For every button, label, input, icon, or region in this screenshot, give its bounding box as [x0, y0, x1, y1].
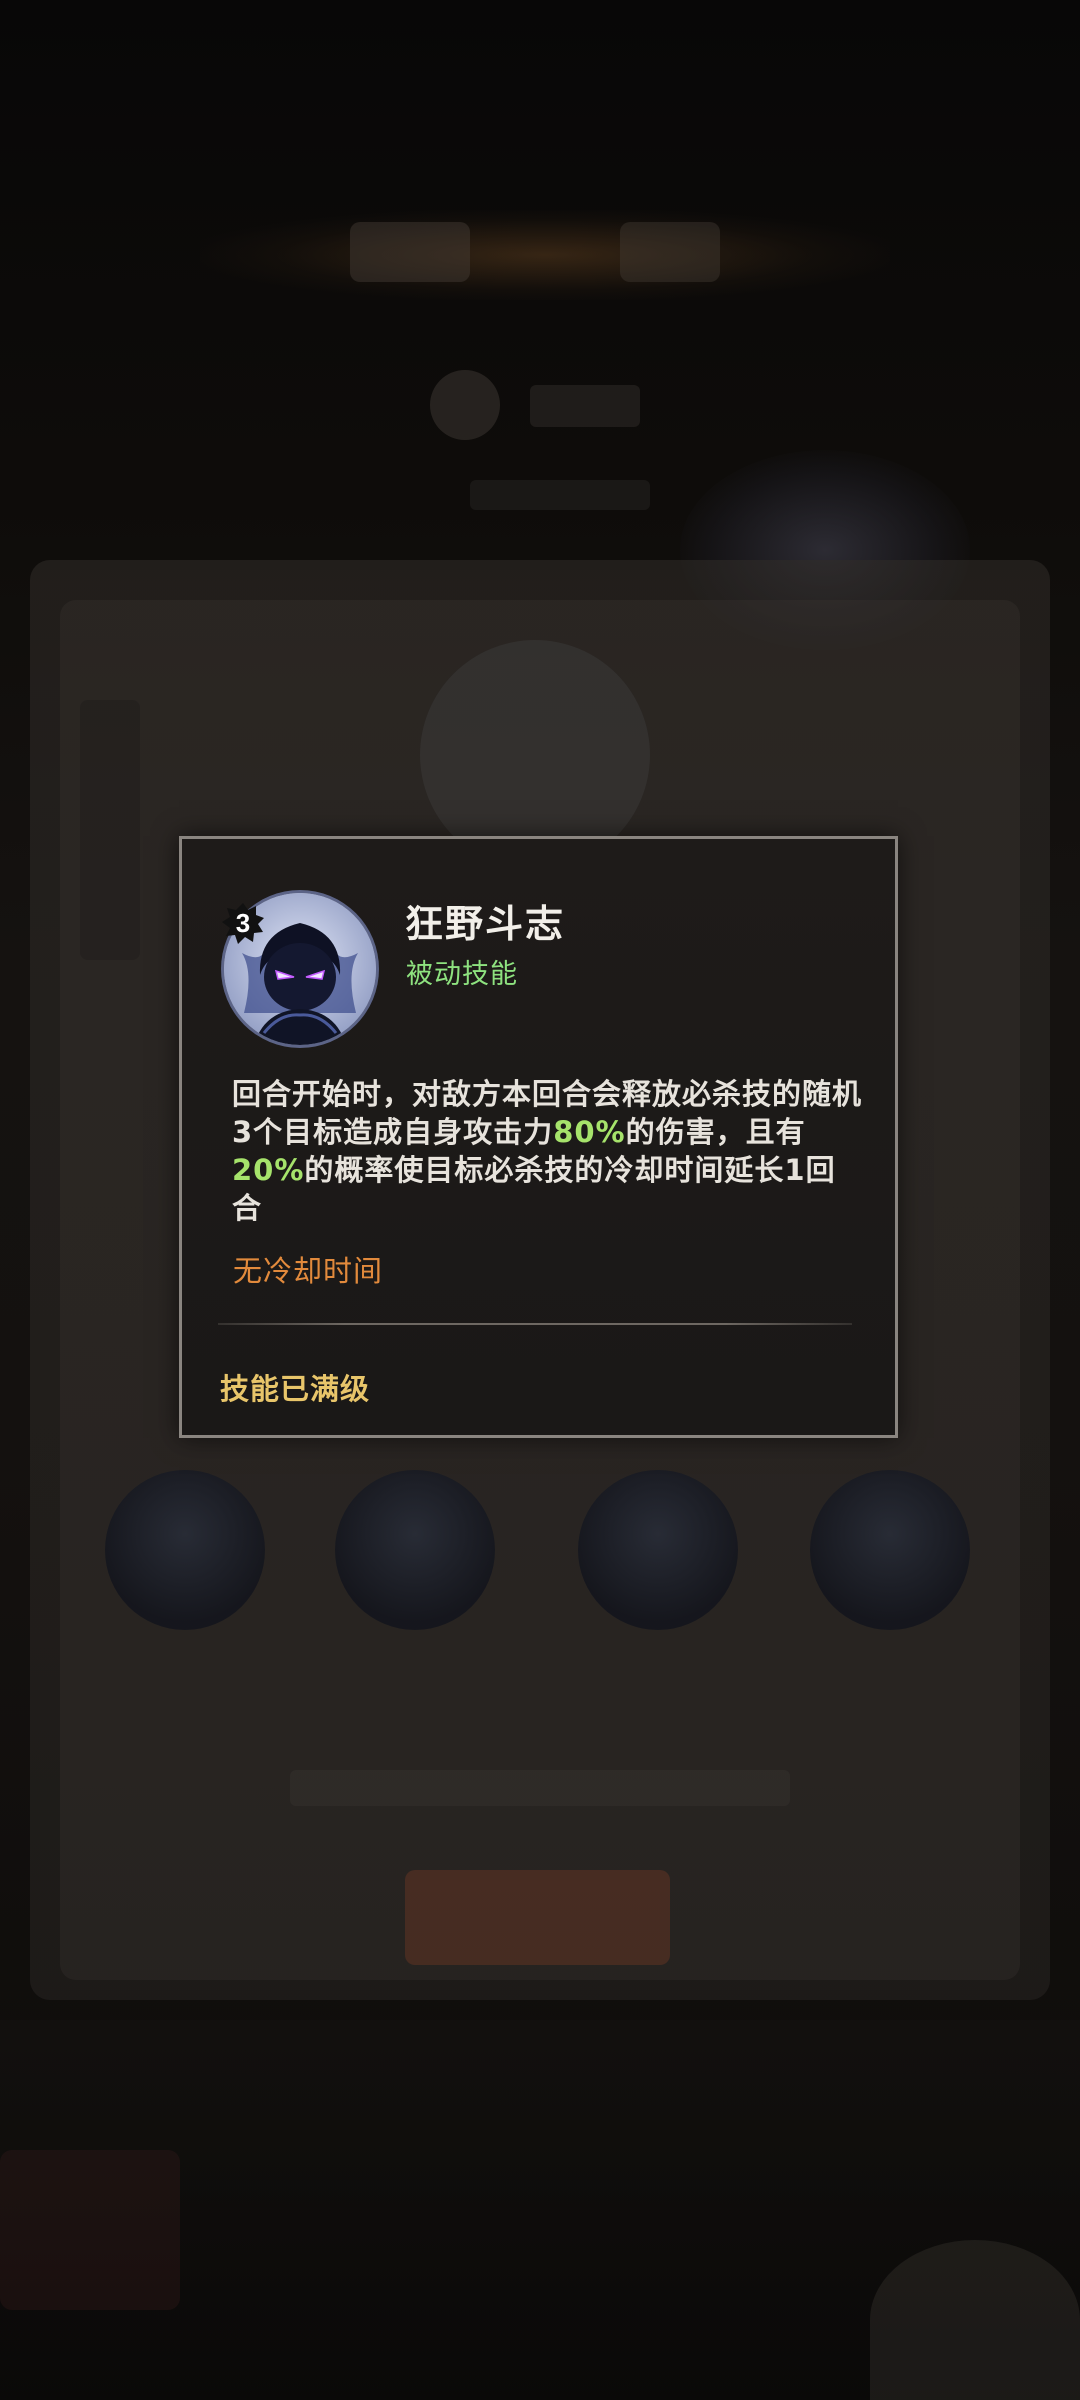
background-title-icon — [430, 370, 500, 440]
background-banner — [200, 210, 890, 300]
chance-percent-highlight: 20% — [232, 1153, 305, 1187]
skill-level: 3 — [235, 908, 251, 938]
background-banner-tab — [350, 222, 470, 282]
background-banner-tab — [620, 222, 720, 282]
skill-description-text: 的概率使目标必杀技的冷却时间延长1回合 — [232, 1153, 836, 1225]
background-bottom-left-decoration — [0, 2150, 180, 2310]
background-subtitle — [470, 480, 650, 510]
damage-percent-highlight: 80% — [553, 1115, 626, 1149]
background-skill-slot — [578, 1470, 738, 1630]
skill-description-text: 的伤害，且有 — [625, 1115, 806, 1149]
background-skill-slot — [335, 1470, 495, 1630]
divider — [218, 1323, 852, 1325]
max-level-status: 技能已满级 — [220, 1372, 371, 1406]
background-title — [530, 385, 640, 427]
background-skill-slot — [105, 1470, 265, 1630]
screen: 3 狂野斗志 被动技能 回合开始时，对敌方本回合会释放必杀技的随机3个目标造成自… — [0, 0, 1080, 2400]
background-info-line — [290, 1770, 790, 1806]
cooldown-text: 无冷却时间 — [233, 1254, 384, 1288]
background-action-button — [405, 1870, 670, 1965]
skill-name: 狂野斗志 — [405, 902, 566, 946]
skill-description: 回合开始时，对敌方本回合会释放必杀技的随机3个目标造成自身攻击力80%的伤害，且… — [232, 1075, 862, 1227]
skill-type-label: 被动技能 — [406, 959, 518, 990]
level-badge: 3 — [221, 901, 265, 945]
background-skill-slot — [810, 1470, 970, 1630]
background-side-strip — [80, 700, 140, 960]
background-bottom-right-decoration — [870, 2240, 1080, 2400]
